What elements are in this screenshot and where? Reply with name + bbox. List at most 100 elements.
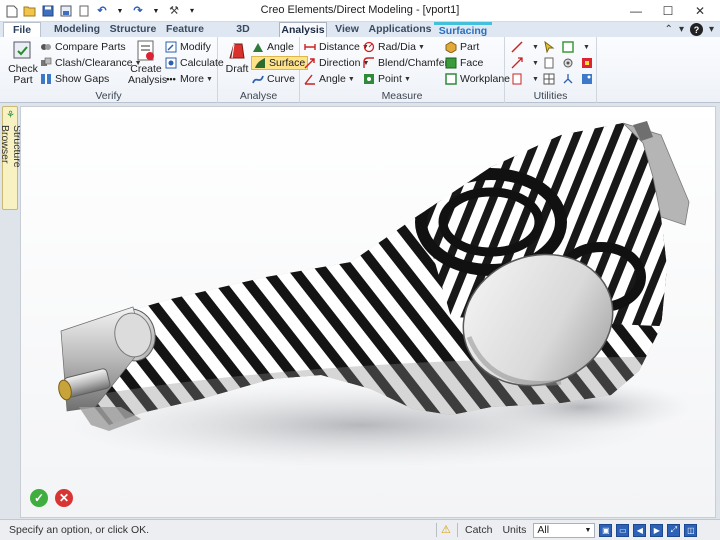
- undo-icon[interactable]: ↶: [94, 3, 110, 19]
- measure-direction-button[interactable]: Direction ▼: [304, 56, 369, 70]
- image-icon[interactable]: [581, 73, 593, 85]
- verify-group-label: Verify: [95, 90, 122, 102]
- utilities-row-1: ▼ ▼: [511, 40, 590, 54]
- chevron-down-icon[interactable]: ▼: [532, 76, 539, 83]
- compare-parts-icon: [40, 41, 52, 53]
- chevron-down-icon[interactable]: ▼: [112, 3, 128, 19]
- chevron-down-icon[interactable]: ▼: [532, 60, 539, 67]
- modify-button[interactable]: Modify: [165, 40, 211, 54]
- tab-analysis[interactable]: Analysis: [279, 22, 327, 38]
- chevron-down-icon[interactable]: ▾: [709, 24, 714, 35]
- compare-parts-button[interactable]: Compare Parts: [40, 40, 126, 54]
- measure-part-button[interactable]: Part: [445, 40, 479, 54]
- chevron-down-icon[interactable]: ▼: [148, 3, 164, 19]
- fit-icon[interactable]: ⤢: [667, 523, 681, 537]
- face-icon: [445, 57, 457, 69]
- redo-icon[interactable]: ↷: [130, 3, 146, 19]
- analyse-curve-button[interactable]: Curve: [252, 72, 295, 86]
- options-icon[interactable]: ◫: [684, 523, 698, 537]
- print-icon[interactable]: [76, 3, 92, 19]
- measure-blend-chamfer-button[interactable]: Blend/Chamfer: [363, 56, 448, 70]
- quick-access-toolbar: ↶ ▼ ↷ ▼ ⚒ ▾: [4, 3, 200, 19]
- calculate-icon: [165, 57, 177, 69]
- status-prompt: Specify an option, or click OK.: [9, 524, 150, 536]
- settings-icon[interactable]: [562, 57, 574, 69]
- catch-label[interactable]: Catch: [462, 524, 495, 536]
- cancel-button[interactable]: ✕: [55, 489, 73, 507]
- tab-surfacing[interactable]: Surfacing: [434, 22, 492, 37]
- structure-browser-tab[interactable]: ⚘ Structure Browser: [0, 106, 23, 210]
- viewport-layout-icon[interactable]: ▣: [599, 523, 613, 537]
- help-icon[interactable]: ?: [689, 23, 703, 36]
- tab-file[interactable]: File: [3, 22, 41, 37]
- filter-select[interactable]: All ▼: [533, 522, 596, 538]
- ok-button[interactable]: ✓: [30, 489, 48, 507]
- utilities-row-3: ▼: [511, 72, 596, 86]
- measure-rad-dia-button[interactable]: Rad/Dia ▼: [363, 40, 425, 54]
- draft-button[interactable]: Draft: [224, 40, 250, 75]
- chevron-down-icon[interactable]: ▼: [532, 44, 539, 51]
- chevron-down-icon: ▼: [417, 43, 425, 51]
- select-face-icon[interactable]: [562, 41, 574, 53]
- measure-distance-button[interactable]: Distance ▼: [304, 40, 369, 54]
- chevron-down-icon: ▼: [347, 75, 355, 83]
- pointer-icon[interactable]: [543, 41, 555, 53]
- verify-group: Check Part Compare Parts Clash/Clearance…: [0, 37, 224, 103]
- measure-line-icon[interactable]: [511, 41, 523, 53]
- open-icon[interactable]: [22, 3, 38, 19]
- measure-face-button[interactable]: Face: [445, 56, 483, 70]
- warning-icon[interactable]: ⚠: [441, 524, 453, 536]
- measure-arrow-icon[interactable]: [511, 57, 523, 69]
- save-all-icon[interactable]: [58, 3, 74, 19]
- tools-icon[interactable]: ⚒: [166, 3, 182, 19]
- close-icon[interactable]: ✕: [684, 1, 716, 20]
- next-icon[interactable]: ▶: [650, 523, 664, 537]
- minimize-icon[interactable]: —: [620, 1, 652, 20]
- chevron-down-icon[interactable]: ▼: [583, 44, 590, 51]
- measure-angle-button[interactable]: Angle ▼: [304, 72, 355, 86]
- analyse-angle-button[interactable]: Angle: [252, 40, 294, 54]
- document-icon[interactable]: [543, 57, 555, 69]
- check-part-button[interactable]: Check Part: [6, 40, 40, 86]
- palette-icon[interactable]: [581, 57, 593, 69]
- clash-clearance-button[interactable]: Clash/Clearance ▼: [40, 56, 142, 70]
- measure-group-label: Measure: [381, 90, 423, 102]
- 3d-viewport[interactable]: ✓ ✕: [20, 106, 716, 518]
- measure-group: Distance ▼ Direction ▼ Angle ▼ Rad/Dia ▼: [300, 37, 510, 103]
- utilities-row-2: ▼: [511, 56, 596, 70]
- tab-modeling[interactable]: Modeling: [48, 22, 106, 37]
- create-analysis-button[interactable]: Create Analysis: [128, 40, 168, 86]
- chevron-down-icon: ▼: [403, 75, 411, 83]
- calculate-button[interactable]: Calculate: [165, 56, 224, 70]
- tab-feature[interactable]: Feature: [160, 22, 210, 37]
- grid-icon[interactable]: [543, 73, 555, 85]
- ribbon: Check Part Compare Parts Clash/Clearance…: [0, 37, 720, 103]
- measure-workplane-button[interactable]: Workplane: [445, 72, 510, 86]
- tab-applications[interactable]: Applications: [368, 22, 432, 37]
- axis-icon[interactable]: [562, 73, 574, 85]
- surface-icon: [254, 57, 266, 69]
- point-icon: [363, 73, 375, 85]
- tab-3d-geometry[interactable]: 3D Geometry: [211, 22, 275, 50]
- units-label[interactable]: Units: [499, 524, 529, 536]
- save-icon[interactable]: [40, 3, 56, 19]
- tab-structure[interactable]: Structure: [108, 22, 158, 37]
- create-analysis-label: Create Analysis: [128, 63, 168, 86]
- clipboard-icon[interactable]: [511, 73, 523, 85]
- tab-view[interactable]: View: [330, 22, 364, 37]
- blend-chamfer-icon: [363, 57, 375, 69]
- analyse-group: Draft Angle Surface Curve Analyse: [218, 37, 309, 103]
- chevron-down-icon: ▼: [584, 526, 592, 534]
- more-button[interactable]: ••• More ▼: [165, 72, 213, 86]
- new-icon[interactable]: [4, 3, 20, 19]
- measure-angle-icon: [304, 73, 316, 85]
- workplane-icon: [445, 73, 457, 85]
- customize-icon[interactable]: ▾: [184, 3, 200, 19]
- chevron-down-icon[interactable]: ▾: [679, 24, 684, 35]
- maximize-icon[interactable]: ☐: [652, 1, 684, 20]
- show-gaps-button[interactable]: Show Gaps: [40, 72, 109, 86]
- previous-icon[interactable]: ◀: [633, 523, 647, 537]
- measure-point-button[interactable]: Point ▼: [363, 72, 411, 86]
- ribbon-collapse-icon[interactable]: ⌃: [665, 24, 673, 35]
- window-icon[interactable]: ▭: [616, 523, 630, 537]
